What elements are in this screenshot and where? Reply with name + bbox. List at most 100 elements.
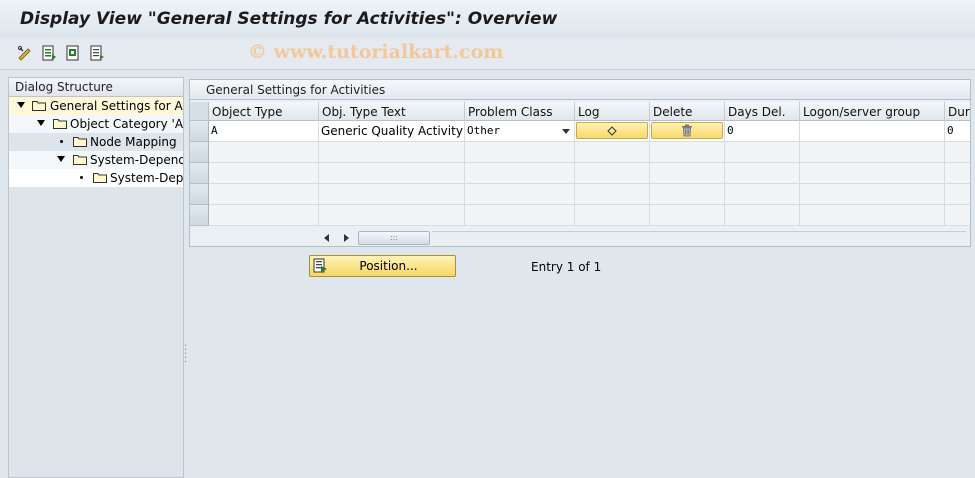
cell-object-type[interactable]: A [209, 121, 319, 141]
empty-cell [800, 163, 945, 183]
folder-icon [53, 119, 67, 129]
tree-item-system-dependent-sub[interactable]: System-Depe [9, 169, 183, 187]
position-button[interactable]: Position... [309, 255, 456, 277]
display-change-icon[interactable] [16, 44, 34, 62]
dropdown-arrow-icon[interactable] [562, 129, 570, 134]
empty-cell [725, 142, 800, 162]
position-button-label: Position... [359, 259, 418, 273]
empty-cell [209, 184, 319, 204]
open-folder-icon [32, 101, 46, 111]
empty-cell [465, 163, 575, 183]
tree-item-general-settings[interactable]: General Settings for Act [9, 97, 183, 115]
tree-item-object-category[interactable]: Object Category 'Act [9, 115, 183, 133]
empty-cell [575, 184, 650, 204]
row-selector[interactable] [190, 205, 209, 226]
expand-triangle-icon[interactable] [57, 156, 65, 162]
tree-item-label: General Settings for Act [50, 99, 184, 113]
tree-item-label: System-Depe [110, 171, 184, 185]
scroll-thumb[interactable]: ::: [358, 231, 430, 245]
expand-triangle-icon[interactable] [17, 102, 25, 108]
column-header-duration[interactable]: Dura [945, 102, 970, 121]
row-selector[interactable] [190, 142, 209, 163]
bullet-icon [60, 140, 63, 143]
cell-duration[interactable]: 0 [945, 121, 970, 141]
row-selector[interactable] [190, 163, 209, 184]
bullet-icon [80, 176, 83, 179]
problem-class-value: Other [467, 124, 501, 137]
problem-class-select[interactable]: Other [465, 121, 575, 141]
tree-item-system-dependent[interactable]: System-Depende [9, 151, 183, 169]
scroll-track[interactable] [432, 231, 966, 245]
title-bar: Display View "General Settings for Activ… [0, 0, 975, 38]
scroll-right-icon[interactable] [344, 234, 349, 242]
empty-cell [575, 163, 650, 183]
delete-button[interactable] [651, 122, 723, 139]
empty-cell [209, 163, 319, 183]
dialog-structure-header: Dialog Structure [9, 78, 183, 97]
entry-counter: Entry 1 of 1 [531, 260, 602, 274]
tree-item-label: Object Category 'Act [70, 117, 184, 131]
row-selector[interactable] [190, 121, 209, 142]
empty-cell [465, 184, 575, 204]
watermark: © www.tutorialkart.com [248, 41, 504, 63]
column-header-days-del[interactable]: Days Del. [725, 102, 800, 121]
column-header-log[interactable]: Log [575, 102, 650, 121]
table-row-empty[interactable] [209, 184, 970, 205]
column-header-obj-type-text[interactable]: Obj. Type Text [319, 102, 465, 121]
table-row-empty[interactable] [209, 142, 970, 163]
empty-cell [465, 142, 575, 162]
folder-icon [73, 155, 87, 165]
folder-icon [73, 137, 87, 147]
vertical-scrollbar[interactable] [971, 79, 975, 247]
cell-delete [650, 121, 725, 141]
row-selector[interactable] [190, 184, 209, 205]
details-icon[interactable] [40, 44, 58, 62]
scroll-left-icon[interactable] [324, 234, 329, 242]
log-button[interactable] [576, 122, 648, 139]
tree-item-label: System-Depende [90, 153, 184, 167]
column-header-object-type[interactable]: Object Type [209, 102, 319, 121]
expand-triangle-icon[interactable] [37, 120, 45, 126]
horizontal-scrollbar[interactable]: ::: [316, 230, 970, 246]
table-row[interactable]: A Generic Quality Activity Other 0 0 [209, 121, 970, 142]
empty-cell [945, 184, 970, 204]
empty-cell [319, 163, 465, 183]
cell-logon-server-group[interactable] [800, 121, 945, 141]
column-header-problem-class[interactable]: Problem Class [465, 102, 575, 121]
empty-cell [209, 205, 319, 225]
table-title: General Settings for Activities [190, 80, 970, 100]
cell-obj-type-text: Generic Quality Activity [319, 121, 465, 141]
cell-log [575, 121, 650, 141]
settings-table: General Settings for Activities Object T… [189, 79, 971, 247]
column-header-delete[interactable]: Delete [650, 102, 725, 121]
empty-cell [575, 142, 650, 162]
empty-cell [800, 205, 945, 225]
application-toolbar: © www.tutorialkart.com [0, 38, 975, 70]
empty-cell [465, 205, 575, 225]
empty-cell [650, 142, 725, 162]
empty-cell [725, 205, 800, 225]
cell-days-del[interactable]: 0 [725, 121, 800, 141]
empty-cell [319, 184, 465, 204]
empty-cell [319, 205, 465, 225]
panel-splitter[interactable]: · · · · · [184, 342, 187, 368]
empty-cell [945, 163, 970, 183]
tree-item-node-mapping[interactable]: Node Mapping [9, 133, 183, 151]
empty-cell [650, 205, 725, 225]
empty-cell [725, 184, 800, 204]
table-row-empty[interactable] [209, 163, 970, 184]
empty-cell [945, 142, 970, 162]
empty-cell [800, 184, 945, 204]
empty-cell [650, 163, 725, 183]
empty-cell [650, 184, 725, 204]
select-all-button[interactable] [190, 102, 209, 121]
table-row-empty[interactable] [209, 205, 970, 226]
main-content: General Settings for Activities Object T… [189, 77, 975, 478]
dialog-structure-panel: Dialog Structure General Settings for Ac… [8, 77, 184, 478]
column-header-logon-server-group[interactable]: Logon/server group [800, 102, 945, 121]
print-icon[interactable] [88, 44, 106, 62]
empty-cell [945, 205, 970, 225]
empty-cell [725, 163, 800, 183]
trash-icon [682, 124, 692, 137]
export-icon[interactable] [64, 44, 82, 62]
